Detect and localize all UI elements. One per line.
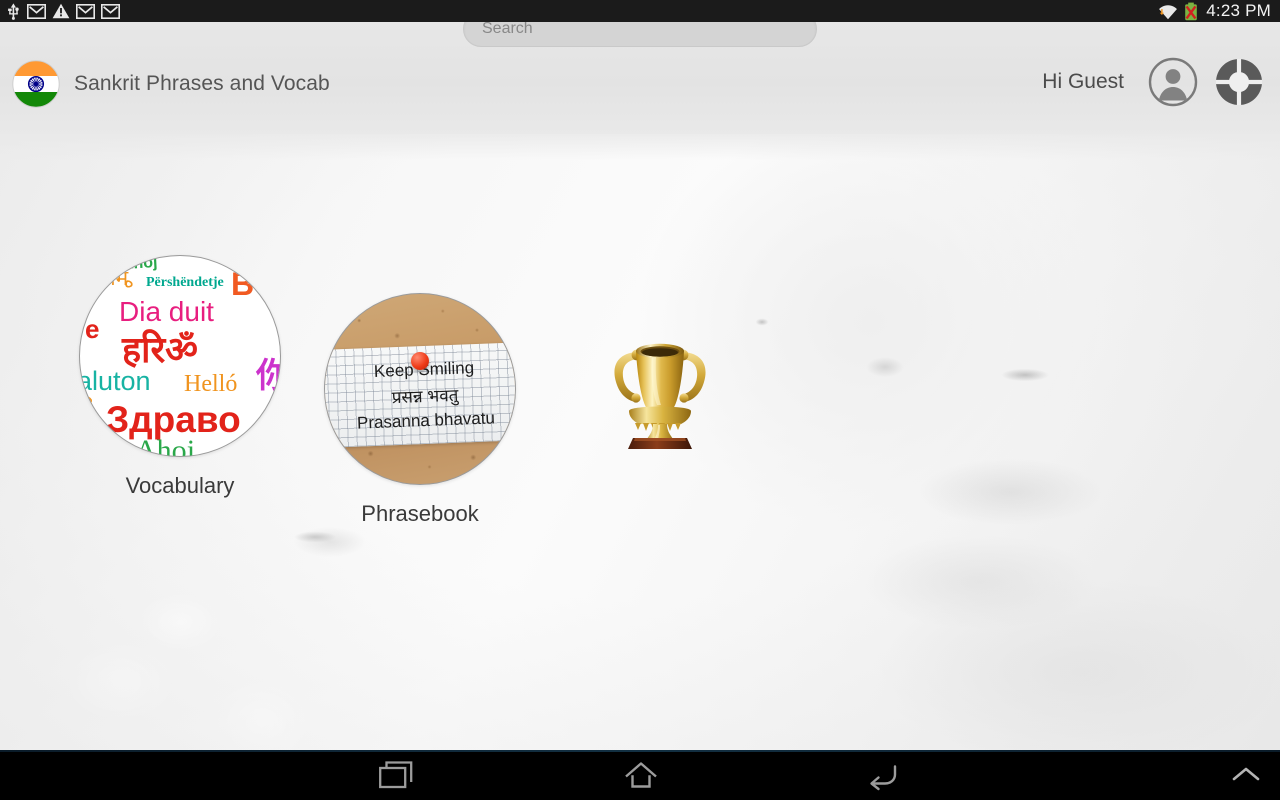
app-title: Sankrit Phrases and Vocab [74, 72, 330, 95]
android-navigation-bar [0, 750, 1280, 800]
status-bar-system-icons: 4:23 PM [1158, 0, 1280, 22]
india-flag-icon [12, 60, 60, 108]
wifi-icon [1159, 4, 1178, 19]
home-icon [624, 762, 657, 788]
word-cloud-icon[interactable]: Ahoj नम ه Përshëndetje В Dia duit е हरिॐ… [79, 255, 281, 457]
settings-gear-icon[interactable] [1214, 57, 1264, 107]
status-bar-clock: 4:23 PM [1206, 1, 1271, 20]
back-button[interactable] [830, 750, 935, 800]
back-arrow-icon [869, 765, 896, 791]
word-cloud-word: ه [82, 384, 94, 409]
status-bar-notification-icons [0, 2, 120, 20]
gmail-icon-2 [76, 3, 95, 19]
gold-trophy-icon[interactable] [595, 325, 725, 450]
account-area: Hi Guest [1042, 57, 1264, 107]
red-pushpin-icon [411, 352, 429, 370]
recents-icon [378, 761, 412, 789]
gmail-icon [27, 3, 46, 19]
word-cloud-word: Përshëndetje [146, 275, 224, 290]
word-cloud-word: В [231, 266, 255, 302]
word-cloud-word: 你 [256, 348, 280, 397]
android-status-bar: 4:23 PM [0, 0, 1280, 22]
tile-label-vocabulary: Vocabulary [125, 473, 235, 498]
app-brand: Sankrit Phrases and Vocab [12, 60, 330, 108]
gmail-icon-3 [101, 3, 120, 19]
warning-icon [52, 3, 70, 19]
tile-label-phrasebook: Phrasebook [361, 501, 479, 526]
corkboard-note-icon[interactable]: Keep Smiling प्रसन्न भवतु Prasanna bhava… [324, 293, 516, 485]
word-cloud-word: Helló [184, 371, 238, 397]
home-button[interactable] [588, 750, 693, 800]
note-line-transliteration: Prasanna bhavatu [356, 408, 496, 433]
battery-error-icon [1185, 2, 1198, 20]
tile-achievements[interactable] [540, 255, 780, 466]
android-screen: 4:23 PM Search Sankrit Phrases and Vocab… [0, 0, 1280, 800]
chevron-up-icon [1232, 767, 1260, 781]
tile-vocabulary[interactable]: Ahoj नम ه Përshëndetje В Dia duit е हरिॐ… [60, 255, 300, 499]
recents-button[interactable] [345, 750, 450, 800]
tile-phrasebook[interactable]: Keep Smiling प्रसन्न भवतु Prasanna bhava… [300, 255, 540, 527]
user-avatar-icon[interactable] [1148, 57, 1198, 107]
greeting-text: Hi Guest [1042, 70, 1124, 93]
word-cloud-word: Ahoj [135, 434, 195, 457]
note-line-devanagari: प्रसन्न भवतु [391, 385, 459, 408]
expand-button[interactable] [1216, 750, 1276, 800]
usb-icon [8, 2, 19, 20]
word-cloud-word: е [85, 314, 100, 344]
tile-grid: Ahoj नम ه Përshëndetje В Dia duit е हरिॐ… [60, 255, 780, 527]
word-cloud-word: ه [124, 271, 134, 292]
